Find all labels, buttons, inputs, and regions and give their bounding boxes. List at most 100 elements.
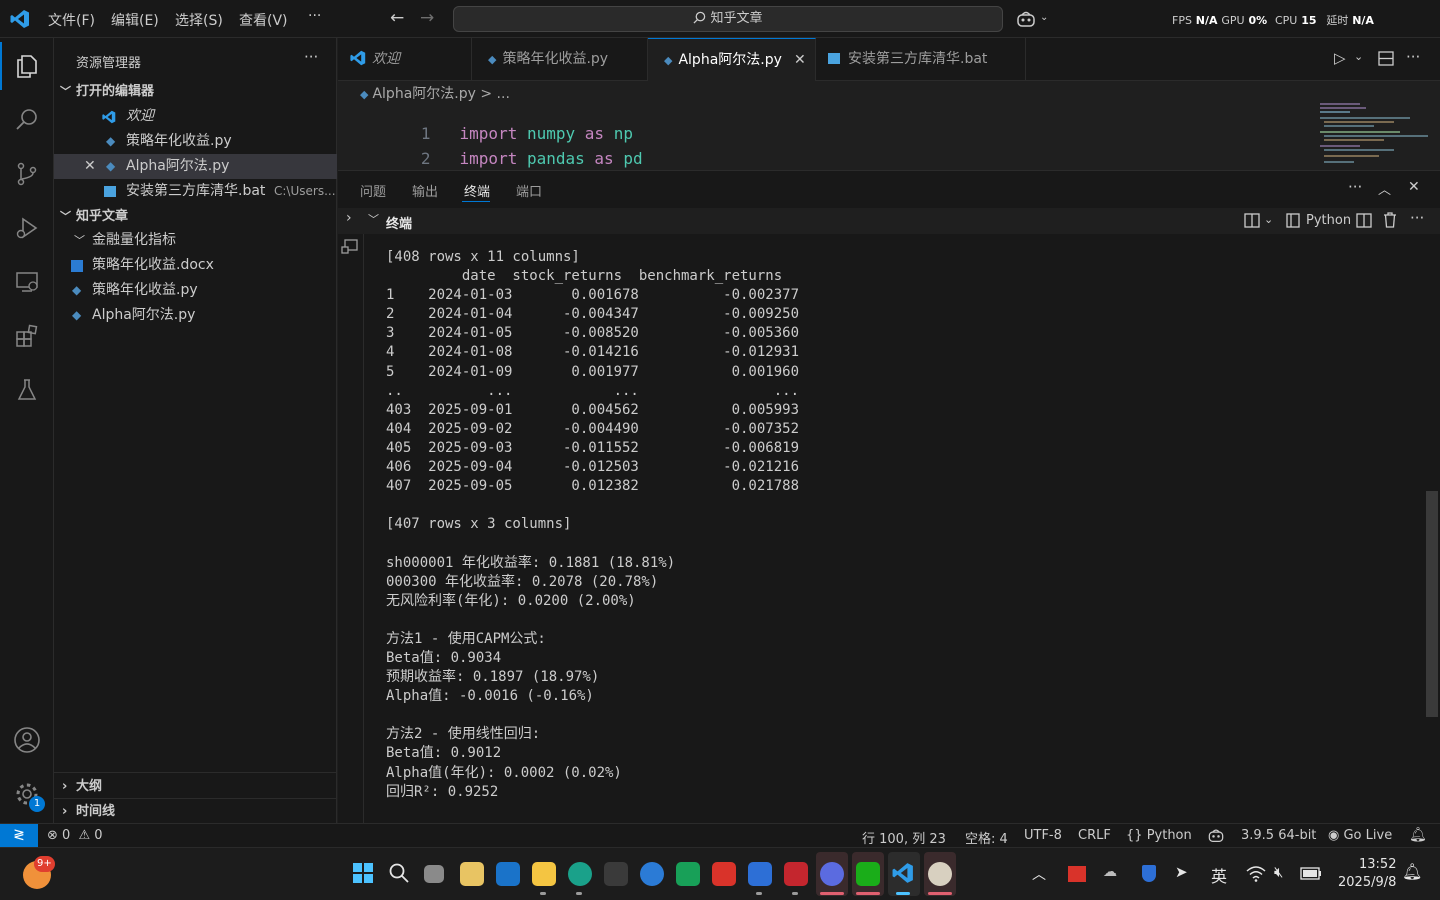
split-pane-icon[interactable] <box>1356 213 1372 228</box>
testing-flask-icon[interactable] <box>0 366 54 414</box>
tab-welcome[interactable]: 欢迎 <box>338 38 472 81</box>
open-editor-item-welcome[interactable]: 欢迎 <box>54 104 337 129</box>
python-interpreter[interactable]: 3.9.5 64-bit <box>1241 828 1316 843</box>
tab-alpha[interactable]: ◆ Alpha阿尔法.py ✕ <box>648 38 816 81</box>
split-editor-icon[interactable] <box>1378 51 1394 66</box>
tree-item-folder[interactable]: ﹀ 金融量化指标 <box>54 228 337 253</box>
file-explorer-icon[interactable] <box>532 862 556 886</box>
notification-center-icon[interactable]: 🔔︎ <box>1402 862 1422 881</box>
settings-gear-icon[interactable] <box>0 770 54 818</box>
close-panel-icon[interactable]: ✕ <box>1408 179 1420 195</box>
menu-view[interactable]: 查看(V) <box>239 10 288 30</box>
battery-icon[interactable] <box>1300 867 1322 880</box>
chevron-right-icon[interactable]: › <box>346 210 352 226</box>
terminal-more-icon[interactable]: ··· <box>1410 209 1424 227</box>
menu-file[interactable]: 文件(F) <box>48 10 95 30</box>
chevron-down-icon[interactable]: ﹀ <box>368 211 379 227</box>
copilot-status-icon[interactable] <box>1207 828 1225 843</box>
copilot-chevron-down-icon[interactable]: ⌄ <box>1040 12 1048 23</box>
wps-icon[interactable] <box>712 862 736 886</box>
windows-start-icon[interactable] <box>352 862 376 886</box>
trash-icon[interactable] <box>1383 212 1397 228</box>
indentation[interactable]: 空格: 4 <box>965 828 1008 847</box>
remote-connection-icon[interactable]: ≷ <box>0 824 38 848</box>
maximize-panel-icon[interactable]: ︿ <box>1378 179 1391 198</box>
source-control-icon[interactable] <box>0 150 54 198</box>
tray-wps-icon[interactable] <box>1068 866 1086 882</box>
tab-bat[interactable]: 安装第三方库清华.bat <box>816 38 1026 81</box>
store-icon[interactable] <box>460 862 484 886</box>
vscode-taskbar-icon[interactable] <box>892 862 916 886</box>
tray-shield-icon[interactable] <box>1142 865 1156 882</box>
panel-tab-terminal[interactable]: 终端 <box>464 181 490 200</box>
forward-arrow-icon[interactable]: → <box>420 8 434 28</box>
code-editor[interactable]: ◆ Alpha阿尔法.py > ... 1 import numpy as np 2… <box>338 81 1440 169</box>
pdf-icon[interactable] <box>784 862 808 886</box>
terminal-decoration-icon[interactable] <box>341 238 359 256</box>
run-play-icon[interactable]: ▷ <box>1334 49 1346 67</box>
run-chevron-down-icon[interactable]: ⌄ <box>1354 50 1363 63</box>
edge-beta-icon[interactable] <box>640 862 664 886</box>
wifi-icon[interactable] <box>1246 866 1266 882</box>
cursor-position[interactable]: 行 100, 列 23 <box>862 828 946 847</box>
open-editors-header[interactable]: ﹀ 打开的编辑器 <box>54 79 337 104</box>
tree-item-strategy-py[interactable]: ◆ 策略年化收益.py <box>54 278 337 303</box>
menu-more[interactable]: ··· <box>308 8 321 24</box>
panel-tab-output[interactable]: 输出 <box>412 181 438 200</box>
timeline-header[interactable]: › 时间线 <box>54 799 337 824</box>
editor-more-icon[interactable]: ··· <box>1406 48 1420 66</box>
app-icon[interactable] <box>604 862 628 886</box>
clock-time[interactable]: 13:52 <box>1359 857 1396 872</box>
folder-header[interactable]: ﹀ 知乎文章 <box>54 204 337 229</box>
outlook-icon[interactable] <box>496 862 520 886</box>
go-live-button[interactable]: ◉ Go Live <box>1328 828 1392 843</box>
copilot-icon[interactable] <box>1016 10 1036 28</box>
encoding[interactable]: UTF-8 <box>1024 828 1062 843</box>
panel-tab-ports[interactable]: 端口 <box>516 181 542 200</box>
account-icon[interactable] <box>0 716 54 764</box>
tree-item-alpha-py[interactable]: ◆ Alpha阿尔法.py <box>54 303 337 328</box>
extensions-icon[interactable] <box>0 312 54 360</box>
explorer-icon[interactable] <box>0 42 54 90</box>
chevron-down-icon[interactable]: ⌄ <box>1264 213 1273 226</box>
clock-date[interactable]: 2025/9/8 <box>1338 875 1396 890</box>
command-center-search[interactable]: 知乎文章 <box>453 6 1003 32</box>
edge-icon[interactable] <box>568 862 592 886</box>
minimap[interactable] <box>1318 101 1428 167</box>
close-icon[interactable]: ✕ <box>84 154 96 179</box>
app-icon[interactable] <box>928 862 952 886</box>
end-of-line[interactable]: CRLF <box>1078 828 1111 843</box>
app-icon[interactable] <box>748 862 772 886</box>
open-editor-item-bat[interactable]: 安装第三方库清华.bat C:\Users... <box>54 179 337 204</box>
wechat-icon[interactable] <box>856 862 880 886</box>
terminal-python-label[interactable]: Python <box>1306 213 1351 228</box>
chrome-icon[interactable] <box>820 862 844 886</box>
ime-indicator[interactable]: 英 <box>1211 863 1227 887</box>
notifications-bell-icon[interactable]: 🔔︎ <box>1409 827 1427 843</box>
back-arrow-icon[interactable]: ← <box>390 8 404 28</box>
panel-tab-problems[interactable]: 问题 <box>360 181 386 200</box>
taskbar-search-icon[interactable] <box>388 862 412 886</box>
task-view-icon[interactable] <box>424 865 444 883</box>
menu-edit[interactable]: 编辑(E) <box>111 10 159 30</box>
search-view-icon[interactable] <box>0 96 54 144</box>
open-editor-item-strategy[interactable]: ◆ 策略年化收益.py <box>54 129 337 154</box>
run-debug-icon[interactable] <box>0 204 54 252</box>
tray-cloud-off-icon[interactable]: ☁ <box>1103 864 1117 880</box>
tray-chevron-up-icon[interactable]: ︿ <box>1032 864 1046 884</box>
remote-explorer-icon[interactable] <box>0 258 54 306</box>
panel-more-icon[interactable]: ··· <box>1348 178 1362 196</box>
tray-send-icon[interactable]: ➤ <box>1175 863 1188 881</box>
terminal-output[interactable]: [408 rows x 11 columns] date stock_retur… <box>386 248 1406 802</box>
tab-close-icon[interactable]: ✕ <box>794 39 806 82</box>
tree-item-docx[interactable]: 策略年化收益.docx <box>54 253 337 278</box>
menu-selection[interactable]: 选择(S) <box>175 10 223 30</box>
terminal-scrollbar[interactable] <box>1426 491 1438 717</box>
outline-header[interactable]: › 大纲 <box>54 774 337 799</box>
explorer-more-icon[interactable]: ··· <box>304 48 318 66</box>
split-terminal-icon[interactable] <box>1244 213 1260 228</box>
open-editor-item-alpha[interactable]: ✕ ◆ Alpha阿尔法.py <box>54 154 337 179</box>
problems-status[interactable]: ⊗ 0 ⚠ 0 <box>47 828 103 843</box>
tab-strategy[interactable]: ◆ 策略年化收益.py <box>472 38 648 81</box>
volume-muted-icon[interactable]: 🔇︎ <box>1274 863 1283 881</box>
